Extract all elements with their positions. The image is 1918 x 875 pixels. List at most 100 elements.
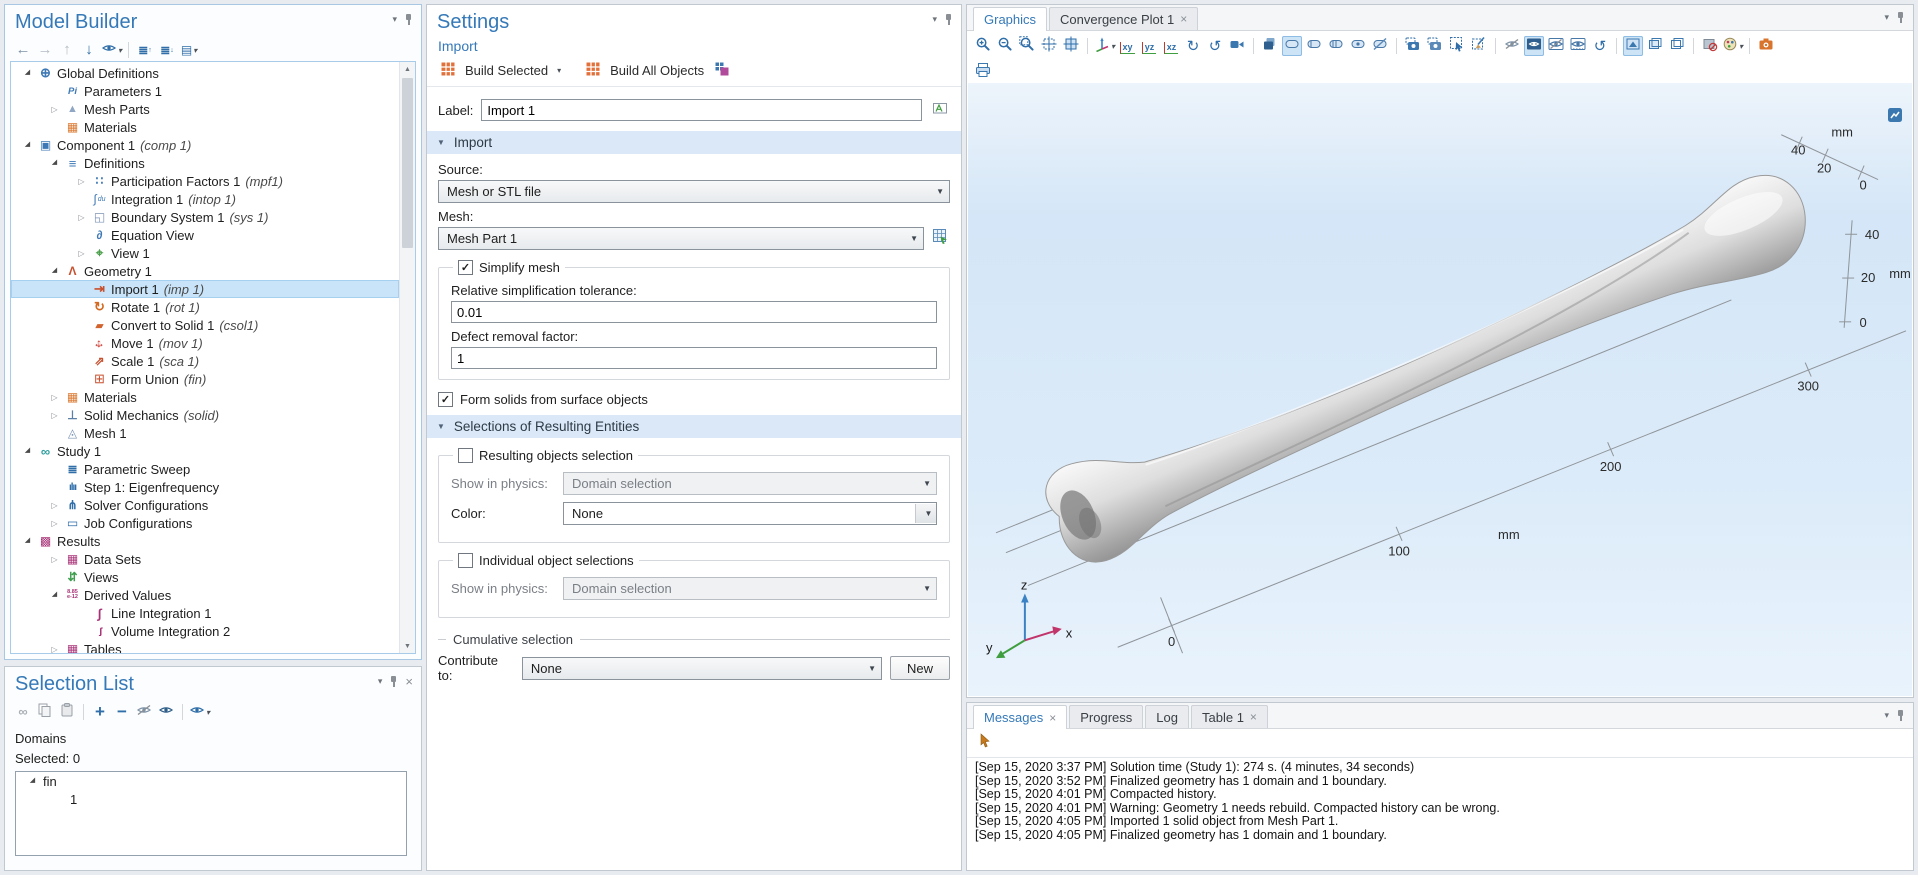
form-solids-checkbox[interactable]: [438, 392, 453, 407]
tree-item[interactable]: ◱ Boundary System 1 (sys 1): [11, 208, 399, 226]
selection-item[interactable]: fin: [16, 772, 406, 790]
panel-menu-icon[interactable]: ▾: [1884, 12, 1889, 23]
toolbar-button[interactable]: [1447, 36, 1467, 56]
toolbar-button[interactable]: ↺: [1205, 36, 1225, 56]
pin-icon[interactable]: [1896, 709, 1905, 722]
toolbar-button[interactable]: −: [112, 702, 132, 722]
toolbar-button[interactable]: [1469, 36, 1489, 56]
toolbar-button[interactable]: [973, 36, 993, 56]
plot-context-button[interactable]: [1885, 107, 1905, 127]
close-tab-icon[interactable]: ×: [1250, 710, 1257, 724]
graphics-tab[interactable]: Convergence Plot 1 ×: [1049, 7, 1199, 30]
close-panel-icon[interactable]: ×: [405, 675, 413, 688]
tree-item[interactable]: ∫∫∫ Volume Integration 2: [11, 622, 399, 640]
panel-menu-icon[interactable]: ▾: [392, 14, 397, 25]
close-tab-icon[interactable]: ×: [1180, 12, 1187, 26]
toolbar-button[interactable]: [1227, 36, 1247, 56]
toolbar-button[interactable]: [973, 62, 993, 82]
expand-arrow-icon[interactable]: [46, 105, 63, 114]
tree-scrollbar[interactable]: ▲ ▼: [399, 62, 415, 653]
settings-subtitle-link[interactable]: Import: [427, 36, 961, 58]
toolbar-button[interactable]: [1348, 36, 1368, 56]
toolbar-button[interactable]: [1304, 36, 1324, 56]
tree-item[interactable]: ▦ Data Sets: [11, 550, 399, 568]
build-all-label[interactable]: Build All Objects: [610, 63, 704, 78]
tree-item[interactable]: ılıı Step 1: Eigenfrequency: [11, 478, 399, 496]
tree-item[interactable]: ∞ Study 1: [11, 442, 399, 460]
toolbar-button[interactable]: [1667, 36, 1687, 56]
toolbar-button[interactable]: [975, 732, 995, 753]
simplify-mesh-checkbox[interactable]: [458, 260, 473, 275]
expand-arrow-icon[interactable]: [73, 177, 90, 186]
toolbar-button[interactable]: [995, 36, 1015, 56]
tree-item[interactable]: ▩ Results: [11, 532, 399, 550]
relative-tolerance-input[interactable]: [451, 301, 937, 323]
tree-item[interactable]: ⊞ Form Union (fin): [11, 370, 399, 388]
tree-item[interactable]: ▦ Tables: [11, 640, 399, 654]
dropdown-caret-icon[interactable]: ▾: [557, 66, 561, 75]
toolbar-button[interactable]: ∞: [13, 702, 33, 722]
toolbar-button[interactable]: [134, 702, 154, 722]
tree-item[interactable]: Λ Geometry 1: [11, 262, 399, 280]
toolbar-button[interactable]: [1282, 36, 1303, 56]
tree-item[interactable]: Pi Parameters 1: [11, 82, 399, 100]
messages-tab[interactable]: Progress: [1069, 705, 1144, 728]
tree-item[interactable]: ∂ Equation View: [11, 226, 399, 244]
toolbar-button[interactable]: [35, 702, 55, 722]
pin-icon[interactable]: [404, 13, 413, 26]
tree-item[interactable]: ≣ Parametric Sweep: [11, 460, 399, 478]
expand-arrow-icon[interactable]: [46, 555, 63, 564]
toolbar-button[interactable]: [57, 702, 77, 722]
mesh-dropdown[interactable]: Mesh Part 1 ▼: [438, 227, 924, 250]
expand-arrow-icon[interactable]: [73, 249, 90, 258]
toolbar-button[interactable]: ▾: [1094, 36, 1115, 56]
toolbar-button[interactable]: xz: [1161, 36, 1181, 56]
tree-item[interactable]: ↻ Rotate 1 (rot 1): [11, 298, 399, 316]
expand-arrow-icon[interactable]: [19, 141, 36, 149]
toolbar-button[interactable]: ←: [13, 40, 33, 60]
toolbar-button[interactable]: [1326, 36, 1346, 56]
tree-item[interactable]: ▣ Component 1 (comp 1): [11, 136, 399, 154]
bone-model[interactable]: [1037, 161, 1825, 572]
expand-arrow-icon[interactable]: [46, 159, 63, 167]
graphics-tab[interactable]: Graphics: [973, 7, 1048, 31]
toolbar-button[interactable]: [1546, 36, 1566, 56]
expand-arrow-icon[interactable]: [19, 69, 36, 77]
pin-icon[interactable]: [389, 675, 398, 688]
tree-item[interactable]: ▦ Materials: [11, 388, 399, 406]
new-button[interactable]: New: [889, 656, 950, 680]
messages-tab[interactable]: Table 1 ×: [1191, 705, 1268, 728]
selections-section-header[interactable]: ▼ Selections of Resulting Entities: [427, 415, 961, 438]
panel-menu-icon[interactable]: ▾: [932, 14, 937, 25]
toolbar-button[interactable]: yz: [1139, 36, 1159, 56]
scroll-thumb[interactable]: [402, 78, 413, 248]
scroll-up-icon[interactable]: ▲: [400, 62, 415, 76]
expand-arrow-icon[interactable]: [46, 645, 63, 654]
toolbar-button[interactable]: [1403, 36, 1423, 56]
tree-item[interactable]: ∷ Participation Factors 1 (mpf1): [11, 172, 399, 190]
tree-item[interactable]: ≡ Definitions: [11, 154, 399, 172]
toolbar-button[interactable]: [1568, 36, 1588, 56]
toolbar-button[interactable]: ▤ ▾: [179, 40, 199, 60]
toolbar-button[interactable]: ▾: [189, 702, 210, 722]
tree-item[interactable]: ∫ du Integration 1 (intop 1): [11, 190, 399, 208]
close-tab-icon[interactable]: ×: [1049, 711, 1056, 725]
toolbar-button[interactable]: xy: [1117, 36, 1137, 56]
toolbar-button[interactable]: +: [90, 702, 110, 722]
messages-tab[interactable]: Log: [1145, 705, 1189, 728]
expand-arrow-icon[interactable]: [46, 393, 63, 402]
expand-arrow-icon[interactable]: [46, 267, 63, 275]
build-all-button[interactable]: [583, 60, 603, 80]
rename-button[interactable]: [930, 100, 950, 120]
toolbar-button[interactable]: ≣ ↑: [135, 40, 155, 60]
toolbar-button[interactable]: [156, 702, 176, 722]
color-dropdown[interactable]: None ▼: [563, 502, 937, 525]
toolbar-button[interactable]: [1524, 36, 1545, 56]
build-selected-label[interactable]: Build Selected: [465, 63, 548, 78]
defect-removal-input[interactable]: [451, 347, 937, 369]
tree-item[interactable]: ▰ Convert to Solid 1 (csol1): [11, 316, 399, 334]
toolbar-button[interactable]: ↻: [1183, 36, 1203, 56]
build-selected-button[interactable]: [438, 60, 458, 80]
toolbar-button[interactable]: [1502, 36, 1522, 56]
import-section-header[interactable]: ▼ Import: [427, 131, 961, 154]
